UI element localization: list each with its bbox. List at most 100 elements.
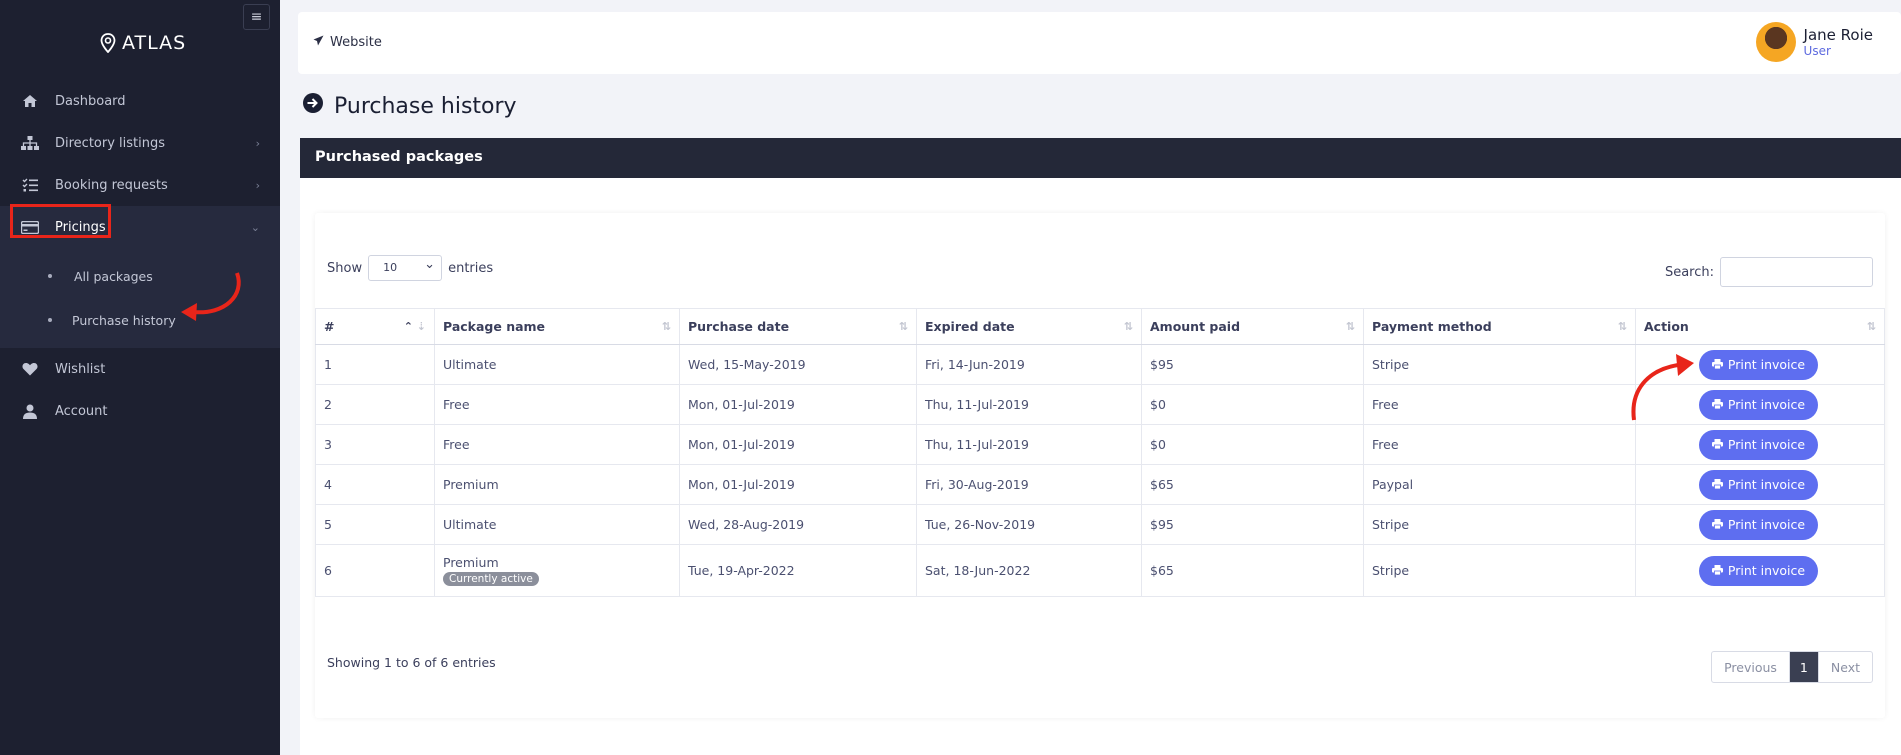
cell-package-name: Free (434, 384, 680, 425)
logo[interactable]: ATLAS (100, 32, 186, 54)
sidebar-item-booking-requests[interactable]: Booking requests › (0, 164, 280, 206)
paper-plane-icon (313, 35, 324, 50)
sidebar-item-label: Wishlist (55, 361, 106, 377)
user-role: User (1803, 44, 1831, 58)
table-row: 1 Ultimate Wed, 15-May-2019 Fri, 14-Jun-201… (315, 344, 1885, 385)
cell-expired-date: Sat, 18-Jun-2022 (916, 544, 1142, 597)
cell-purchase-date: Mon, 01-Jul-2019 (679, 384, 917, 425)
sidebar-item-account[interactable]: Account (0, 390, 280, 432)
submenu-item-label: All packages (74, 268, 153, 284)
previous-page-button[interactable]: Previous (1712, 652, 1790, 682)
sidebar: ≡ ATLAS Dashboard Directory listings › B… (0, 0, 280, 755)
highlight-box (10, 204, 111, 238)
sort-icon: ⇅ (1345, 320, 1355, 333)
map-pin-icon (100, 33, 116, 53)
cell-number: 2 (315, 384, 435, 425)
website-link[interactable]: Website (313, 35, 382, 50)
chevron-right-icon: › (255, 136, 260, 150)
cell-purchase-date: Mon, 01-Jul-2019 (679, 464, 917, 505)
print-icon (1711, 437, 1723, 452)
package-name: Ultimate (443, 357, 497, 372)
search-label: Search: (1664, 264, 1714, 280)
cell-purchase-date: Tue, 19-Apr-2022 (679, 544, 917, 597)
cell-payment-method: Stripe (1363, 344, 1636, 385)
table-info: Showing 1 to 6 of 6 entries (327, 655, 496, 670)
cell-amount-paid: $95 (1141, 504, 1364, 545)
package-name: Free (443, 397, 470, 412)
cell-expired-date: Tue, 26-Nov-2019 (916, 504, 1142, 545)
sidebar-item-label: Dashboard (55, 93, 126, 109)
cell-payment-method: Stripe (1363, 544, 1636, 597)
sidebar-item-purchase-history[interactable]: Purchase history (0, 298, 280, 342)
menu-toggle-button[interactable]: ≡ (243, 4, 270, 30)
page-1-button[interactable]: 1 (1789, 652, 1818, 682)
column-header-action[interactable]: Action ⇅ (1635, 308, 1885, 345)
sort-icon: ⇅ (1617, 320, 1627, 333)
sort-icon: ⇅ (898, 320, 908, 333)
purchase-table: # ⌃ ⇣ Package name ⇅ Purchase date ⇅ Expire… (315, 308, 1885, 597)
print-invoice-button[interactable]: Print invoice (1699, 469, 1818, 500)
sort-icon: ⇅ (1866, 320, 1876, 333)
cell-number: 1 (315, 344, 435, 385)
cell-purchase-date: Wed, 15-May-2019 (679, 344, 917, 385)
cell-action: Print invoice (1635, 384, 1885, 425)
cell-amount-paid: $0 (1141, 424, 1364, 465)
package-name: Premium (443, 477, 499, 492)
print-invoice-button[interactable]: Print invoice (1699, 349, 1818, 380)
column-header-amount-paid[interactable]: Amount paid ⇅ (1141, 308, 1364, 345)
sidebar-item-dashboard[interactable]: Dashboard (0, 80, 280, 122)
submenu-item-label: Purchase history (72, 312, 176, 328)
entries-label: entries (448, 260, 494, 276)
cell-action: Print invoice (1635, 504, 1885, 545)
sort-icon: ⇅ (1123, 320, 1133, 333)
sidebar-item-wishlist[interactable]: Wishlist (0, 348, 280, 390)
entries-select-value: 10 (383, 261, 398, 274)
cell-expired-date: Fri, 30-Aug-2019 (916, 464, 1142, 505)
column-header-expired-date[interactable]: Expired date ⇅ (916, 308, 1142, 345)
page-title-text: Purchase history (334, 93, 517, 119)
user-menu[interactable]: Jane Roie User (1755, 22, 1873, 62)
cell-expired-date: Thu, 11-Jul-2019 (916, 424, 1142, 465)
sort-icon: ⇅ (661, 320, 671, 333)
print-icon (1711, 357, 1723, 372)
bullet-icon (48, 274, 52, 278)
page-title: Purchase history (302, 92, 517, 120)
search-input[interactable] (1720, 257, 1873, 287)
cell-package-name: Ultimate (434, 504, 680, 545)
cell-amount-paid: $65 (1141, 544, 1364, 597)
print-icon (1711, 517, 1723, 532)
sidebar-item-label: Directory listings (55, 135, 166, 151)
cell-number: 4 (315, 464, 435, 505)
print-invoice-button[interactable]: Print invoice (1699, 389, 1818, 420)
print-invoice-button[interactable]: Print invoice (1699, 429, 1818, 460)
package-name: Free (443, 437, 470, 452)
table-row: 2 Free Mon, 01-Jul-2019 Thu, 11-Jul-2019 $0 F… (315, 384, 1885, 425)
cell-amount-paid: $95 (1141, 344, 1364, 385)
avatar (1755, 22, 1796, 62)
column-header-purchase-date[interactable]: Purchase date ⇅ (679, 308, 917, 345)
cell-number: 5 (315, 504, 435, 545)
package-name: Premium (443, 555, 499, 570)
column-header-payment-method[interactable]: Payment method ⇅ (1363, 308, 1636, 345)
entries-select[interactable]: 10 (368, 255, 443, 281)
user-name: Jane Roie (1803, 26, 1873, 44)
cell-expired-date: Fri, 14-Jun-2019 (916, 344, 1142, 385)
cell-number: 3 (315, 424, 435, 465)
column-header-package-name[interactable]: Package name ⇅ (434, 308, 680, 345)
sort-asc-icon: ⌃ ⇣ (403, 320, 426, 333)
column-header-number[interactable]: # ⌃ ⇣ (315, 308, 435, 345)
sidebar-nav: Dashboard Directory listings › Booking r… (0, 80, 280, 432)
cell-package-name: Premium Currently active (434, 544, 680, 597)
print-invoice-button[interactable]: Print invoice (1699, 509, 1818, 540)
print-invoice-button[interactable]: Print invoice (1699, 555, 1818, 586)
heart-icon (20, 359, 40, 379)
next-page-button[interactable]: Next (1817, 652, 1872, 682)
cell-action: Print invoice (1635, 424, 1885, 465)
cell-payment-method: Stripe (1363, 504, 1636, 545)
sidebar-item-all-packages[interactable]: All packages (0, 254, 280, 298)
website-label: Website (330, 35, 382, 50)
sidebar-item-directory-listings[interactable]: Directory listings › (0, 122, 280, 164)
arrow-circle-right-icon (302, 92, 324, 120)
print-invoice-label: Print invoice (1727, 563, 1806, 578)
cell-purchase-date: Mon, 01-Jul-2019 (679, 424, 917, 465)
